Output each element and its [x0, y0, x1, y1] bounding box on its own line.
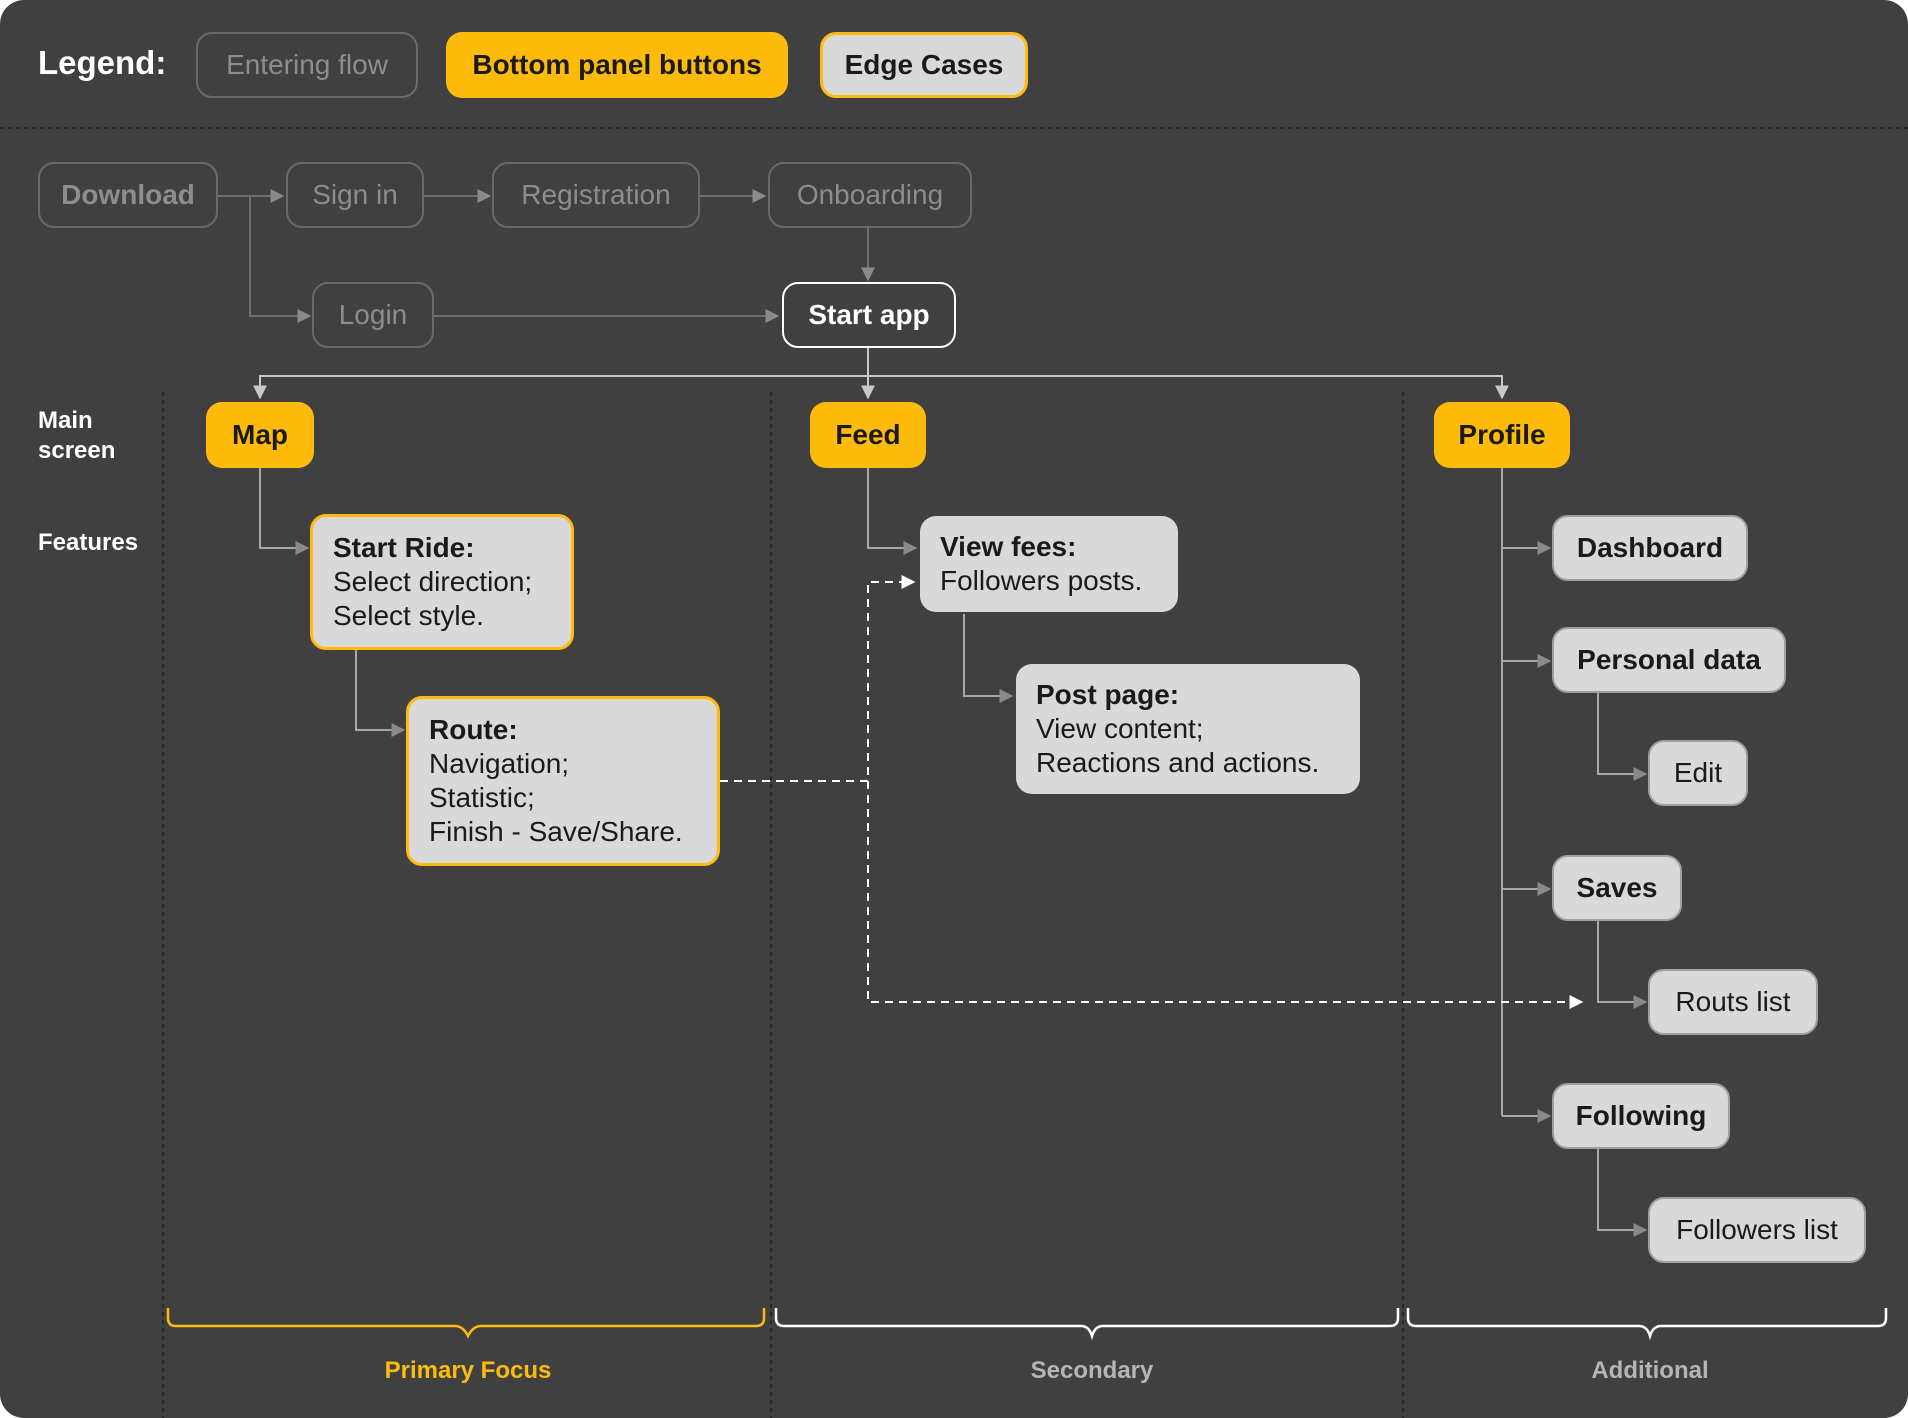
section-label-additional: Additional: [1591, 1357, 1709, 1384]
feature-view-fees-line: Followers posts.: [940, 565, 1143, 596]
section-label-secondary: Secondary: [1030, 1357, 1154, 1384]
node-followers-list[interactable]: Followers list: [1648, 1197, 1866, 1263]
connector-feed-viewfees: [867, 468, 918, 555]
node-saves[interactable]: Saves: [1552, 855, 1682, 921]
node-following[interactable]: Following: [1552, 1083, 1730, 1149]
connector-start-profile: [868, 375, 1509, 400]
connector-startride-route: [355, 648, 406, 737]
feature-route[interactable]: Route: Navigation; Statistic; Finish - S…: [406, 696, 720, 866]
feature-post-page-line: View content;: [1036, 713, 1204, 744]
flow-diagram-canvas: Legend: Entering flow Bottom panel butto…: [0, 0, 1908, 1418]
feature-post-page-title: Post page:: [1036, 679, 1180, 710]
dashed-route-to-routslist: [867, 781, 1584, 1009]
feature-start-ride-line: Select style.: [333, 600, 484, 631]
node-download[interactable]: Download: [38, 162, 218, 228]
row-label-features: Features: [38, 529, 139, 556]
connector-following-followerslist: [1597, 1148, 1648, 1237]
row-label-main-screen: Main screen: [38, 407, 116, 464]
node-personal-data[interactable]: Personal data: [1552, 627, 1786, 693]
legend-title: Legend:: [38, 44, 167, 81]
node-routs-list[interactable]: Routs list: [1648, 969, 1818, 1035]
feature-start-ride-line: Select direction;: [333, 566, 533, 597]
dashed-route-to-viewfees: [720, 575, 916, 782]
feature-route-line: Finish - Save/Share.: [429, 816, 683, 847]
feature-route-line: Statistic;: [429, 782, 535, 813]
node-feed[interactable]: Feed: [810, 402, 926, 468]
node-map[interactable]: Map: [206, 402, 314, 468]
brace-secondary: [774, 1308, 1400, 1341]
node-edit[interactable]: Edit: [1648, 740, 1748, 806]
feature-start-ride-title: Start Ride:: [333, 532, 475, 563]
connector-viewfees-postpage: [963, 614, 1014, 703]
feature-view-fees-title: View fees:: [940, 531, 1077, 562]
brace-primary: [166, 1308, 766, 1339]
legend-bottom-panel-buttons: Bottom panel buttons: [446, 32, 788, 98]
feature-post-page[interactable]: Post page: View content; Reactions and a…: [1016, 664, 1360, 794]
node-dashboard[interactable]: Dashboard: [1552, 515, 1748, 581]
node-profile[interactable]: Profile: [1434, 402, 1570, 468]
legend-entering-flow: Entering flow: [196, 32, 418, 98]
connector-saves-routslist: [1597, 920, 1648, 1009]
connector-start-map: [253, 375, 868, 400]
feature-post-page-line: Reactions and actions.: [1036, 747, 1320, 778]
connector-map-startride: [259, 468, 310, 555]
node-sign-in[interactable]: Sign in: [286, 162, 424, 228]
feature-route-title: Route:: [429, 714, 518, 745]
brace-additional: [1406, 1308, 1888, 1341]
node-onboarding[interactable]: Onboarding: [768, 162, 972, 228]
feature-route-line: Navigation;: [429, 748, 570, 779]
feature-start-ride[interactable]: Start Ride: Select direction; Select sty…: [310, 514, 574, 650]
node-login[interactable]: Login: [312, 282, 434, 348]
node-start-app[interactable]: Start app: [782, 282, 956, 348]
connector-personaldata-edit: [1597, 693, 1648, 781]
node-registration[interactable]: Registration: [492, 162, 700, 228]
legend-edge-cases: Edge Cases: [820, 32, 1028, 98]
feature-view-fees[interactable]: View fees: Followers posts.: [920, 516, 1178, 612]
section-label-primary-focus: Primary Focus: [384, 1357, 552, 1384]
